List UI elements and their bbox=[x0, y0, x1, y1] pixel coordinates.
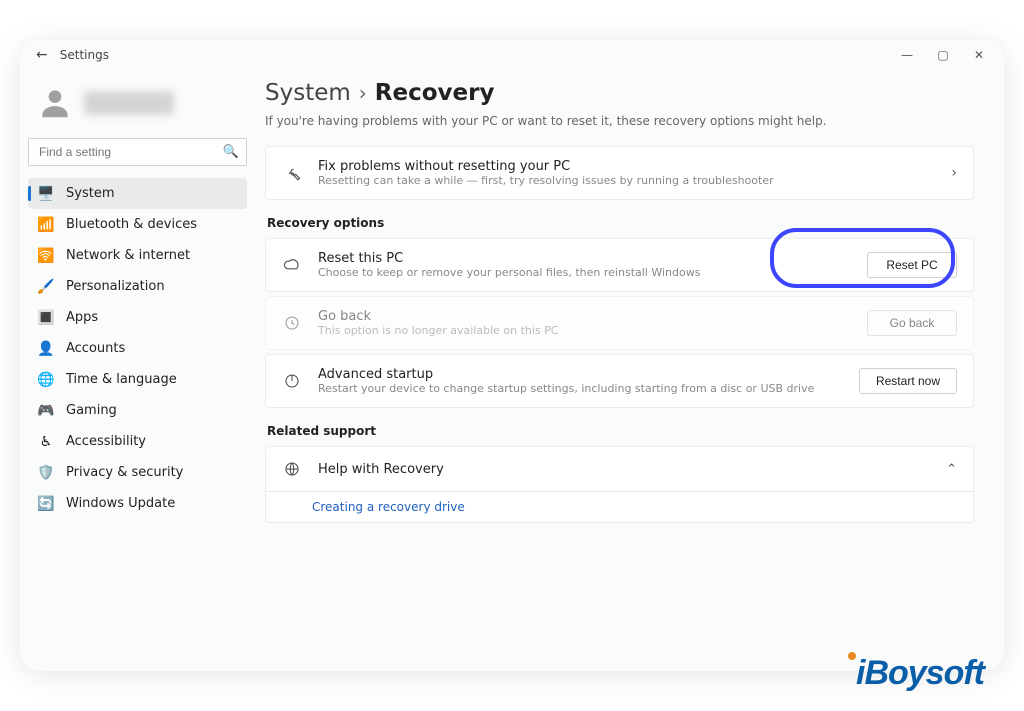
watermark: iBoysoft bbox=[848, 652, 984, 693]
nav-icon: ♿ bbox=[38, 434, 54, 450]
minimize-button[interactable]: — bbox=[890, 41, 924, 69]
sidebar-item-label: Bluetooth & devices bbox=[66, 217, 197, 232]
sidebar-item-gaming[interactable]: 🎮 Gaming bbox=[28, 395, 247, 426]
sidebar-item-time-language[interactable]: 🌐 Time & language bbox=[28, 364, 247, 395]
breadcrumb-parent[interactable]: System bbox=[265, 80, 351, 106]
sidebar-item-apps[interactable]: 🔳 Apps bbox=[28, 302, 247, 333]
help-recovery-title: Help with Recovery bbox=[318, 462, 930, 477]
nav-icon: 🔄 bbox=[38, 496, 54, 512]
sidebar-item-windows-update[interactable]: 🔄 Windows Update bbox=[28, 488, 247, 519]
sidebar-item-label: Apps bbox=[66, 310, 98, 325]
go-back-button: Go back bbox=[867, 310, 957, 336]
sidebar-item-label: Accessibility bbox=[66, 434, 146, 449]
restart-now-button[interactable]: Restart now bbox=[859, 368, 957, 394]
sidebar-item-label: Privacy & security bbox=[66, 465, 183, 480]
breadcrumb: System › Recovery bbox=[265, 80, 974, 106]
search-input[interactable] bbox=[28, 138, 247, 166]
maximize-button[interactable]: ▢ bbox=[926, 41, 960, 69]
nav-icon: 🛜 bbox=[38, 248, 54, 264]
sidebar-item-label: Personalization bbox=[66, 279, 165, 294]
nav-icon: 🎮 bbox=[38, 403, 54, 419]
chevron-up-icon: ⌃ bbox=[946, 462, 957, 477]
sidebar-item-bluetooth-devices[interactable]: 📶 Bluetooth & devices bbox=[28, 209, 247, 240]
globe-help-icon bbox=[282, 459, 302, 479]
go-back-title: Go back bbox=[318, 309, 851, 324]
chevron-right-icon: › bbox=[951, 165, 957, 181]
sidebar-item-personalization[interactable]: 🖌️ Personalization bbox=[28, 271, 247, 302]
go-back-card: Go back This option is no longer availab… bbox=[265, 296, 974, 350]
go-back-sub: This option is no longer available on th… bbox=[318, 324, 851, 337]
page-description: If you're having problems with your PC o… bbox=[265, 114, 974, 128]
sidebar-item-accessibility[interactable]: ♿ Accessibility bbox=[28, 426, 247, 457]
reset-pc-sub: Choose to keep or remove your personal f… bbox=[318, 266, 851, 279]
settings-window: ← Settings — ▢ ✕ 🔍 🖥️ System 📶 Bluetooth & … bbox=[20, 40, 1004, 671]
fix-problems-sub: Resetting can take a while — first, try … bbox=[318, 174, 935, 187]
power-settings-icon bbox=[282, 371, 302, 391]
sidebar-item-network-internet[interactable]: 🛜 Network & internet bbox=[28, 240, 247, 271]
sidebar-item-label: Accounts bbox=[66, 341, 125, 356]
advanced-startup-title: Advanced startup bbox=[318, 367, 843, 382]
sidebar-item-label: Time & language bbox=[66, 372, 177, 387]
breadcrumb-current: Recovery bbox=[375, 80, 495, 106]
reset-pc-title: Reset this PC bbox=[318, 251, 851, 266]
cloud-reset-icon bbox=[282, 255, 302, 275]
history-icon bbox=[282, 313, 302, 333]
search-icon: 🔍 bbox=[223, 145, 239, 160]
user-profile[interactable] bbox=[28, 80, 255, 138]
sidebar-item-system[interactable]: 🖥️ System bbox=[28, 178, 247, 209]
wrench-icon bbox=[282, 163, 302, 183]
nav-icon: 👤 bbox=[38, 341, 54, 357]
nav-icon: 📶 bbox=[38, 217, 54, 233]
user-name-blurred bbox=[84, 91, 174, 115]
sidebar-item-label: Network & internet bbox=[66, 248, 190, 263]
sidebar: 🔍 🖥️ System 📶 Bluetooth & devices 🛜 Network &… bbox=[20, 70, 255, 671]
reset-pc-button[interactable]: Reset PC bbox=[867, 252, 957, 278]
fix-problems-card[interactable]: Fix problems without resetting your PC R… bbox=[265, 146, 974, 200]
main-content: System › Recovery If you're having problem… bbox=[255, 70, 1004, 671]
sidebar-item-accounts[interactable]: 👤 Accounts bbox=[28, 333, 247, 364]
fix-problems-title: Fix problems without resetting your PC bbox=[318, 159, 935, 174]
advanced-startup-sub: Restart your device to change startup se… bbox=[318, 382, 843, 395]
nav-icon: 🔳 bbox=[38, 310, 54, 326]
avatar-icon bbox=[36, 84, 74, 122]
nav-icon: 🖥️ bbox=[38, 186, 54, 202]
creating-recovery-drive-link[interactable]: Creating a recovery drive bbox=[265, 492, 974, 523]
advanced-startup-card: Advanced startup Restart your device to … bbox=[265, 354, 974, 408]
sidebar-item-label: Gaming bbox=[66, 403, 117, 418]
help-recovery-card[interactable]: Help with Recovery ⌃ bbox=[265, 446, 974, 492]
nav-list: 🖥️ System 📶 Bluetooth & devices 🛜 Network & i… bbox=[28, 178, 255, 519]
back-button[interactable]: ← bbox=[36, 47, 48, 63]
sidebar-item-privacy-security[interactable]: 🛡️ Privacy & security bbox=[28, 457, 247, 488]
titlebar: ← Settings — ▢ ✕ bbox=[20, 40, 1004, 70]
sidebar-item-label: System bbox=[66, 186, 114, 201]
nav-icon: 🌐 bbox=[38, 372, 54, 388]
window-title: Settings bbox=[60, 48, 109, 62]
reset-pc-card: Reset this PC Choose to keep or remove y… bbox=[265, 238, 974, 292]
chevron-right-icon: › bbox=[359, 81, 367, 105]
nav-icon: 🖌️ bbox=[38, 279, 54, 295]
recovery-options-label: Recovery options bbox=[267, 216, 974, 230]
close-button[interactable]: ✕ bbox=[962, 41, 996, 69]
nav-icon: 🛡️ bbox=[38, 465, 54, 481]
sidebar-item-label: Windows Update bbox=[66, 496, 175, 511]
related-support-label: Related support bbox=[267, 424, 974, 438]
